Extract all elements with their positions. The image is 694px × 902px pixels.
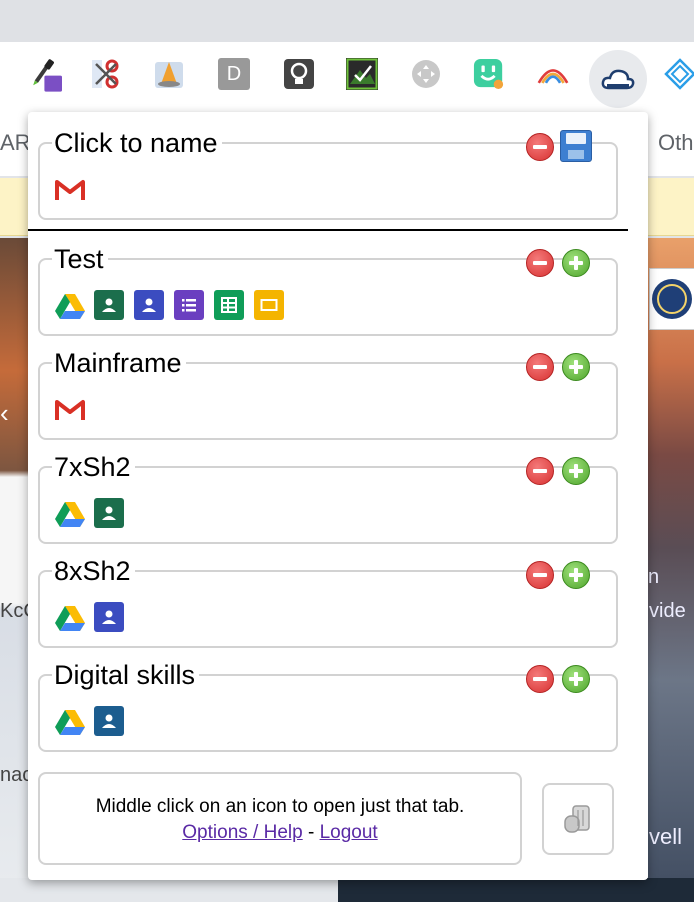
- cans-icon: [564, 805, 590, 833]
- add-tabs-button[interactable]: [562, 249, 590, 277]
- page-background-bottom-dark: [338, 878, 694, 902]
- letter-d-icon[interactable]: D: [218, 58, 250, 90]
- classroom-blue-icon[interactable]: [134, 290, 166, 322]
- link-separator: -: [302, 822, 320, 843]
- face-icon[interactable]: [473, 58, 505, 90]
- session-tab-icons: [54, 394, 86, 426]
- page-background-bottom: [0, 878, 338, 902]
- remove-button[interactable]: [526, 133, 554, 161]
- mountain-check-icon[interactable]: [346, 58, 378, 90]
- session-tab-icons: [54, 498, 126, 530]
- lightbulb-icon[interactable]: [283, 58, 315, 90]
- session-title[interactable]: 7xSh2: [52, 452, 135, 482]
- remove-session-button[interactable]: [526, 665, 554, 693]
- cloud-icon[interactable]: [589, 50, 647, 108]
- saved-session-group: Mainframe: [38, 348, 618, 440]
- session-tab-icons: [54, 706, 126, 738]
- cone-icon[interactable]: [153, 58, 185, 90]
- current-session-group: Click to name: [38, 128, 618, 220]
- page-text-fragment: n: [648, 566, 660, 588]
- sheets-icon[interactable]: [214, 290, 246, 322]
- options-help-link[interactable]: Options / Help: [182, 822, 302, 843]
- logout-link[interactable]: Logout: [320, 822, 378, 843]
- rainbow-icon[interactable]: [537, 58, 569, 90]
- page-background-left: [0, 238, 30, 902]
- session-tab-icons: [54, 174, 86, 206]
- session-name-field[interactable]: Click to name: [52, 128, 222, 158]
- classroom-green-icon[interactable]: [94, 290, 126, 322]
- gmail-icon[interactable]: [54, 394, 86, 426]
- session-manager-popup: Click to name Test Mainframe 7xSh2 8xSh2…: [28, 112, 648, 880]
- saved-session-group: 8xSh2: [38, 556, 618, 648]
- page-text-fragment: vide: [649, 600, 686, 622]
- other-bookmarks-fragment[interactable]: Oth: [658, 130, 693, 156]
- drive-icon[interactable]: [54, 706, 86, 738]
- session-title[interactable]: Mainframe: [52, 348, 186, 378]
- saved-session-group: Digital skills: [38, 660, 618, 752]
- remove-session-button[interactable]: [526, 249, 554, 277]
- saved-session-group: 7xSh2: [38, 452, 618, 544]
- session-tab-icons: [54, 602, 126, 634]
- chevron-left-icon[interactable]: ‹: [0, 398, 9, 429]
- help-message: Middle click on an icon to open just tha…: [95, 796, 465, 817]
- help-footer: Middle click on an icon to open just tha…: [38, 772, 522, 865]
- extensions-toolbar: D: [0, 42, 694, 114]
- forms-icon[interactable]: [174, 290, 206, 322]
- drive-icon[interactable]: [54, 602, 86, 634]
- add-tabs-button[interactable]: [562, 353, 590, 381]
- page-text-fragment: vell: [649, 824, 683, 849]
- settings-button[interactable]: [542, 783, 614, 855]
- classroom-navy-icon[interactable]: [94, 706, 126, 738]
- diamond-icon[interactable]: [664, 58, 694, 90]
- save-icon[interactable]: [560, 130, 592, 162]
- title-bar: [0, 0, 694, 42]
- gmail-icon[interactable]: [54, 174, 86, 206]
- drive-icon[interactable]: [54, 290, 86, 322]
- scissors-icon[interactable]: [90, 58, 122, 90]
- slides-icon[interactable]: [254, 290, 286, 322]
- add-tabs-button[interactable]: [562, 561, 590, 589]
- add-tabs-button[interactable]: [562, 665, 590, 693]
- classroom-green-icon[interactable]: [94, 498, 126, 530]
- saved-session-group: Test: [38, 244, 618, 336]
- remove-session-button[interactable]: [526, 353, 554, 381]
- drive-icon[interactable]: [54, 498, 86, 530]
- footer-links: Options / Help - Logout: [40, 822, 520, 844]
- session-title[interactable]: Test: [52, 244, 108, 274]
- move-icon[interactable]: [410, 58, 442, 90]
- eyedropper-icon[interactable]: [30, 58, 62, 92]
- bookmark-fragment-left[interactable]: AR: [0, 130, 31, 156]
- remove-session-button[interactable]: [526, 457, 554, 485]
- add-tabs-button[interactable]: [562, 457, 590, 485]
- session-tab-icons: [54, 290, 286, 322]
- section-divider: [28, 229, 628, 231]
- session-title[interactable]: 8xSh2: [52, 556, 135, 586]
- classroom-blue-icon[interactable]: [94, 602, 126, 634]
- session-title[interactable]: Digital skills: [52, 660, 200, 690]
- seal-image: [649, 268, 694, 330]
- remove-session-button[interactable]: [526, 561, 554, 589]
